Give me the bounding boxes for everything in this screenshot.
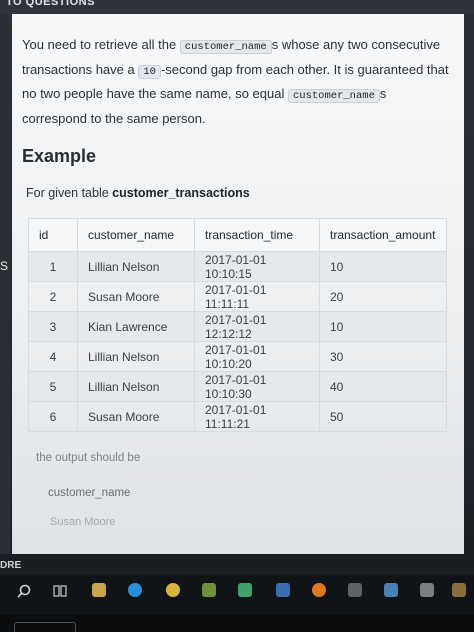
col-id: id [28, 218, 78, 252]
desc-text-1: You need to retrieve all the [22, 37, 180, 52]
output-label: the output should be [36, 452, 141, 464]
search-icon[interactable] [16, 583, 32, 599]
output-header: customer_name [48, 487, 131, 499]
cell-time: 2017-01-01 10:10:15 [194, 251, 320, 282]
left-edge-label: S [0, 259, 9, 273]
app-icon-2[interactable] [202, 583, 216, 597]
cell-name: Lillian Nelson [77, 251, 195, 282]
cell-id: 2 [28, 281, 78, 312]
cell-amount: 20 [319, 281, 447, 312]
app-icon-5[interactable] [312, 583, 326, 597]
table-row: 5 Lillian Nelson 2017-01-01 10:10:30 40 [28, 371, 447, 402]
top-header: TO QUESTIONS [0, 0, 474, 14]
cell-id: 4 [28, 341, 78, 372]
for-given-prefix: For given table [26, 186, 113, 200]
cell-name: Susan Moore [77, 281, 195, 312]
table-header-row: id customer_name transaction_time transa… [28, 218, 447, 252]
os-taskbar [0, 575, 474, 615]
cell-time: 2017-01-01 10:10:30 [194, 371, 320, 402]
photo-frame: TO QUESTIONS S You need to retrieve all … [0, 0, 474, 632]
for-given-line: For given table customer_transactions [26, 186, 250, 200]
app-icon-9[interactable] [452, 583, 466, 597]
cell-name: Susan Moore [77, 401, 195, 432]
app-icon-3[interactable] [238, 583, 252, 597]
example-heading: Example [22, 146, 97, 166]
task-description: You need to retrieve all the customer_na… [22, 34, 452, 130]
cell-time: 2017-01-01 12:12:12 [194, 311, 320, 342]
output-value: Susan Moore [50, 516, 116, 528]
app-icon-4[interactable] [276, 583, 290, 597]
edge-icon[interactable] [128, 583, 142, 597]
question-card: You need to retrieve all the customer_na… [12, 14, 464, 554]
cell-id: 5 [28, 371, 78, 402]
cell-id: 6 [28, 401, 78, 432]
col-transaction-time: transaction_time [194, 218, 320, 252]
left-bottom-label: DRE [0, 560, 22, 571]
left-sidebar-strip [0, 14, 10, 554]
col-transaction-amount: transaction_amount [319, 218, 447, 252]
table-row: 6 Susan Moore 2017-01-01 11:11:21 50 [28, 401, 447, 432]
app-icon-8[interactable] [420, 583, 434, 597]
task-view-icon[interactable] [52, 583, 68, 599]
code-customer-name-2: customer_name [287, 89, 380, 103]
cell-time: 2017-01-01 11:11:11 [194, 281, 320, 312]
app-icon-1[interactable] [92, 583, 106, 597]
cell-time: 2017-01-01 11:11:21 [194, 401, 320, 432]
transactions-table: id customer_name transaction_time transa… [28, 218, 447, 432]
cell-name: Lillian Nelson [77, 371, 195, 402]
app-icon-6[interactable] [348, 583, 362, 597]
cell-amount: 10 [319, 311, 447, 342]
cell-time: 2017-01-01 10:10:20 [194, 341, 320, 372]
code-ten: 10 [138, 64, 161, 79]
chrome-icon[interactable] [166, 583, 180, 597]
table-row: 1 Lillian Nelson 2017-01-01 10:10:15 10 [28, 251, 447, 282]
table-row: 2 Susan Moore 2017-01-01 11:11:11 20 [28, 281, 447, 312]
keyboard-edge [14, 622, 76, 632]
top-title: TO QUESTIONS [6, 0, 95, 8]
table-row: 3 Kian Lawrence 2017-01-01 12:12:12 10 [28, 311, 447, 342]
cell-amount: 40 [319, 371, 447, 402]
cell-name: Lillian Nelson [77, 341, 195, 372]
app-icon-7[interactable] [384, 583, 398, 597]
table-row: 4 Lillian Nelson 2017-01-01 10:10:20 30 [28, 341, 447, 372]
table-name: customer_transactions [112, 186, 250, 200]
col-customer-name: customer_name [77, 218, 195, 252]
cell-amount: 50 [319, 401, 447, 432]
cell-name: Kian Lawrence [77, 311, 195, 342]
cell-amount: 30 [319, 341, 447, 372]
cell-amount: 10 [319, 251, 447, 282]
cell-id: 3 [28, 311, 78, 342]
cell-id: 1 [28, 251, 78, 282]
code-customer-name: customer_name [179, 40, 272, 54]
